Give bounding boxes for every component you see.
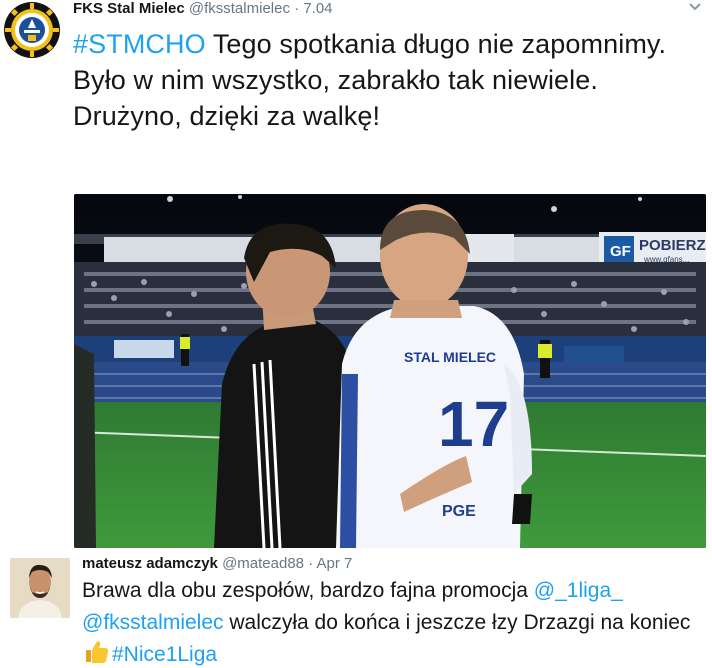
- tweet-photo[interactable]: GF POBIERZ www.gfans... STAL MIELEC 17 P…: [74, 194, 706, 548]
- photo-jersey-team: STAL MIELEC: [404, 349, 496, 365]
- author-handle[interactable]: @fksstalmielec: [189, 0, 290, 17]
- reply-header: mateusz adamczyk @matead88 · Apr 7: [82, 555, 352, 573]
- reply-tweet: mateusz adamczyk @matead88 · Apr 7 Brawa…: [0, 550, 712, 668]
- chevron-down-icon[interactable]: [688, 0, 702, 12]
- photo-banner-text: POBIERZ: [639, 237, 706, 254]
- avatar[interactable]: [10, 558, 70, 618]
- tweet-text: #STMCHO Tego spotkania długo nie zapomni…: [73, 26, 703, 134]
- photo-jersey-number: 17: [438, 388, 509, 460]
- hashtag-nice1liga-link[interactable]: #Nice1Liga: [112, 643, 217, 666]
- header-separator: ·: [294, 0, 300, 17]
- photo-sponsor: PGE: [442, 503, 476, 520]
- author-name[interactable]: FKS Stal Mielec: [73, 0, 185, 17]
- photo-gf-logo: GF: [610, 243, 631, 260]
- reply-text-start: Brawa dla obu zespołów, bardzo fajna pro…: [82, 579, 534, 602]
- reply-author-handle[interactable]: @matead88: [222, 555, 304, 572]
- tweet-header: FKS Stal Mielec @fksstalmielec · 7.04: [73, 0, 333, 18]
- reply-author-name[interactable]: mateusz adamczyk: [82, 555, 218, 572]
- hashtag-link[interactable]: #STMCHO: [73, 29, 206, 59]
- mention-fksstalmielec-link[interactable]: @fksstalmielec: [82, 611, 224, 634]
- reply-header-separator: ·: [308, 555, 314, 572]
- reply-timestamp[interactable]: Apr 7: [317, 555, 353, 572]
- mention-1liga-link[interactable]: @_1liga_: [534, 579, 623, 602]
- club-logo-icon[interactable]: [4, 2, 60, 58]
- reply-text: Brawa dla obu zespołów, bardzo fajna pro…: [82, 575, 702, 668]
- thumbs-up-icon: [84, 639, 110, 665]
- reply-text-middle: walczyła do końca i jeszcze łzy Drzazgi …: [223, 611, 691, 634]
- tweet-timestamp[interactable]: 7.04: [303, 0, 332, 17]
- main-tweet: FKS Stal Mielec @fksstalmielec · 7.04 #S…: [0, 0, 712, 548]
